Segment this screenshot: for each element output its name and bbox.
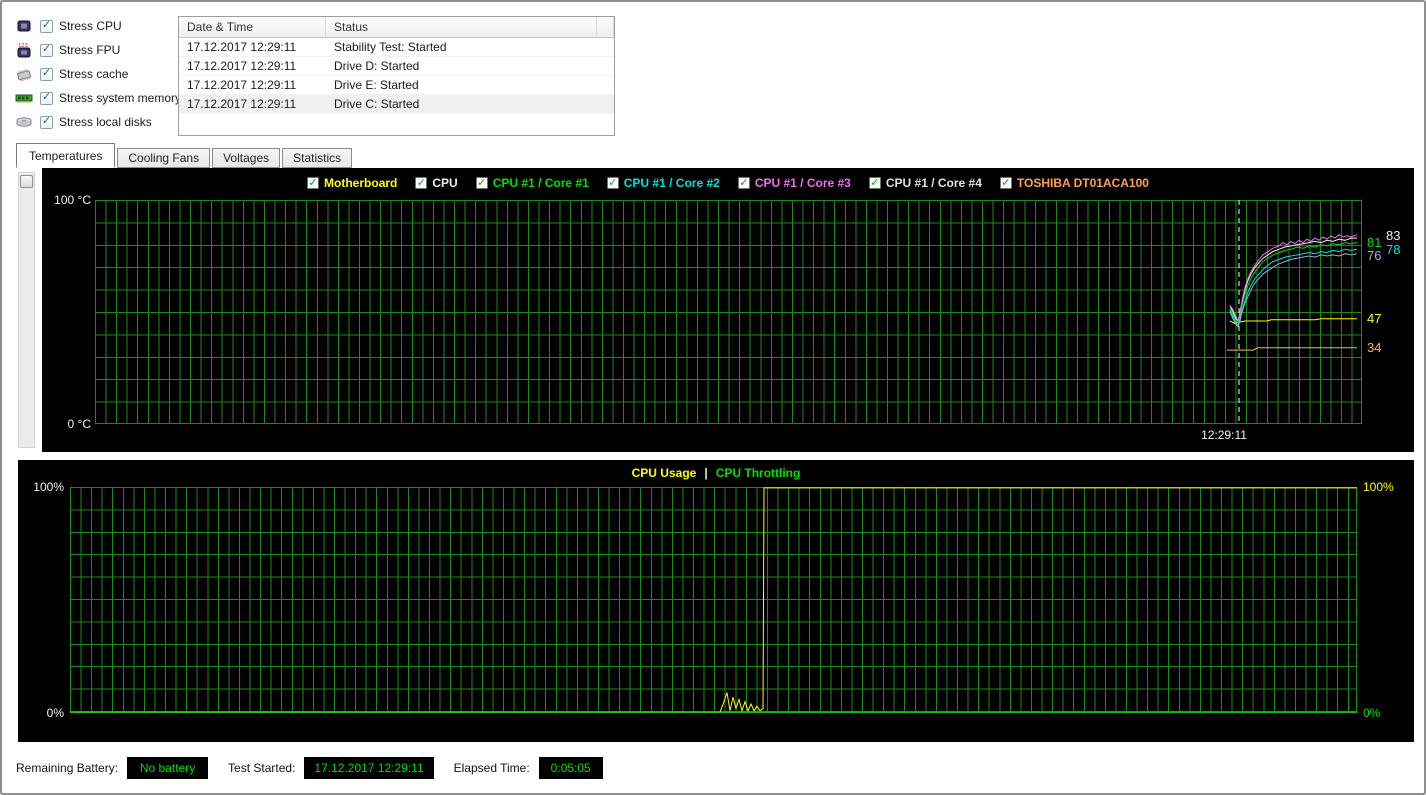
scrollbar-thumb[interactable] bbox=[20, 175, 33, 188]
log-cell-time: 17.12.2017 12:29:11 bbox=[179, 95, 326, 113]
series-value-label: 83 bbox=[1386, 228, 1400, 243]
log-row[interactable]: 17.12.2017 12:29:11 Stability Test: Star… bbox=[179, 38, 614, 57]
tab-temperatures[interactable]: Temperatures bbox=[16, 143, 115, 168]
stress-option-cache[interactable]: Stress cache bbox=[14, 62, 181, 86]
log-cell-status: Drive C: Started bbox=[326, 95, 597, 113]
stress-disks-checkbox[interactable] bbox=[40, 116, 53, 129]
stress-option-label: Stress FPU bbox=[59, 43, 120, 57]
elapsed-time-label: Elapsed Time: bbox=[454, 761, 530, 775]
y-axis-min-label: 0 °C bbox=[42, 417, 91, 431]
stress-option-label: Stress cache bbox=[59, 67, 128, 81]
legend-label: CPU bbox=[432, 176, 457, 190]
series-value-label: 76 bbox=[1367, 248, 1381, 263]
legend-checkbox[interactable] bbox=[307, 177, 319, 189]
legend-checkbox[interactable] bbox=[869, 177, 881, 189]
legend-item-motherboard[interactable]: Motherboard bbox=[307, 176, 397, 190]
tab-cooling-fans[interactable]: Cooling Fans bbox=[117, 148, 210, 168]
right-axis-max-label: 100% bbox=[1363, 480, 1394, 494]
stress-option-memory[interactable]: Stress system memory bbox=[14, 86, 181, 110]
cpu-usage-panel: CPU Usage | CPU Throttling 100% 0% 100% … bbox=[18, 460, 1414, 742]
stress-option-label: Stress local disks bbox=[59, 115, 152, 129]
cursor-time-label: 12:29:11 bbox=[1184, 428, 1264, 442]
log-cell-status: Drive E: Started bbox=[326, 76, 597, 94]
cpu-throttling-title: CPU Throttling bbox=[716, 466, 801, 480]
legend-label: Motherboard bbox=[324, 176, 397, 190]
y-axis-max-label: 100 °C bbox=[42, 193, 91, 207]
status-bar: Remaining Battery: No battery Test Start… bbox=[16, 757, 623, 779]
stress-option-fpu[interactable]: 123 Stress FPU bbox=[14, 38, 181, 62]
cpu-usage-plot bbox=[70, 487, 1357, 713]
legend-checkbox[interactable] bbox=[476, 177, 488, 189]
series-value-label: 34 bbox=[1367, 340, 1381, 355]
temperature-chart-panel: Motherboard CPU CPU #1 / Core #1 CPU #1 … bbox=[42, 168, 1414, 452]
temperature-legend: Motherboard CPU CPU #1 / Core #1 CPU #1 … bbox=[42, 176, 1414, 190]
legend-checkbox[interactable] bbox=[607, 177, 619, 189]
log-row[interactable]: 17.12.2017 12:29:11 Drive E: Started bbox=[179, 76, 614, 95]
legend-item-cpu[interactable]: CPU bbox=[415, 176, 457, 190]
legend-item-core4[interactable]: CPU #1 / Core #4 bbox=[869, 176, 982, 190]
stress-options-list: Stress CPU 123 Stress FPU Stress cache S… bbox=[14, 14, 181, 134]
stress-option-cpu[interactable]: Stress CPU bbox=[14, 14, 181, 38]
legend-item-core3[interactable]: CPU #1 / Core #3 bbox=[738, 176, 851, 190]
legend-checkbox[interactable] bbox=[738, 177, 750, 189]
y-axis-min-label: 0% bbox=[18, 706, 64, 720]
stress-cpu-checkbox[interactable] bbox=[40, 20, 53, 33]
legend-label: CPU #1 / Core #2 bbox=[624, 176, 720, 190]
cache-icon bbox=[14, 66, 34, 82]
cpu-usage-title: CPU Usage bbox=[632, 466, 697, 480]
event-log-table: Date & Time Status 17.12.2017 12:29:11 S… bbox=[178, 16, 615, 136]
log-table-header: Date & Time Status bbox=[179, 17, 614, 38]
temperature-plot bbox=[95, 200, 1362, 424]
stress-cache-checkbox[interactable] bbox=[40, 68, 53, 81]
log-cell-time: 17.12.2017 12:29:11 bbox=[179, 76, 326, 94]
stress-option-label: Stress CPU bbox=[59, 19, 122, 33]
log-cell-status: Drive D: Started bbox=[326, 57, 597, 75]
tab-statistics[interactable]: Statistics bbox=[282, 148, 352, 168]
vertical-scrollbar[interactable] bbox=[18, 172, 35, 448]
legend-label: CPU #1 / Core #3 bbox=[755, 176, 851, 190]
test-started-value: 17.12.2017 12:29:11 bbox=[304, 757, 433, 779]
stress-option-label: Stress system memory bbox=[59, 91, 181, 105]
battery-label: Remaining Battery: bbox=[16, 761, 118, 775]
cpu-chart-title: CPU Usage | CPU Throttling bbox=[18, 466, 1414, 480]
right-axis-min-label: 0% bbox=[1363, 706, 1380, 720]
log-row[interactable]: 17.12.2017 12:29:11 Drive D: Started bbox=[179, 57, 614, 76]
disk-icon bbox=[14, 114, 34, 130]
legend-item-core1[interactable]: CPU #1 / Core #1 bbox=[476, 176, 589, 190]
stability-test-window: Stress CPU 123 Stress FPU Stress cache S… bbox=[0, 0, 1426, 795]
log-cell-time: 17.12.2017 12:29:11 bbox=[179, 38, 326, 56]
y-axis-max-label: 100% bbox=[18, 480, 64, 494]
series-value-label: 78 bbox=[1386, 242, 1400, 257]
legend-label: CPU #1 / Core #4 bbox=[886, 176, 982, 190]
column-header-spare bbox=[597, 17, 614, 37]
log-cell-time: 17.12.2017 12:29:11 bbox=[179, 57, 326, 75]
legend-checkbox[interactable] bbox=[1000, 177, 1012, 189]
stress-memory-checkbox[interactable] bbox=[40, 92, 53, 105]
column-header-datetime[interactable]: Date & Time bbox=[179, 17, 326, 37]
tab-voltages[interactable]: Voltages bbox=[212, 148, 280, 168]
log-row-selected[interactable]: 17.12.2017 12:29:11 Drive C: Started bbox=[179, 95, 614, 114]
legend-item-hdd[interactable]: TOSHIBA DT01ACA100 bbox=[1000, 176, 1149, 190]
legend-label: CPU #1 / Core #1 bbox=[493, 176, 589, 190]
series-value-label: 47 bbox=[1367, 311, 1381, 326]
legend-item-core2[interactable]: CPU #1 / Core #2 bbox=[607, 176, 720, 190]
memory-icon bbox=[14, 90, 34, 106]
fpu-icon: 123 bbox=[14, 42, 34, 58]
stress-option-disks[interactable]: Stress local disks bbox=[14, 110, 181, 134]
column-header-status[interactable]: Status bbox=[326, 17, 597, 37]
test-started-label: Test Started: bbox=[228, 761, 295, 775]
title-separator: | bbox=[704, 466, 707, 480]
elapsed-time-value: 0:05:05 bbox=[539, 757, 603, 779]
battery-value: No battery bbox=[127, 757, 208, 779]
legend-checkbox[interactable] bbox=[415, 177, 427, 189]
legend-label: TOSHIBA DT01ACA100 bbox=[1017, 176, 1149, 190]
log-cell-status: Stability Test: Started bbox=[326, 38, 597, 56]
stress-fpu-checkbox[interactable] bbox=[40, 44, 53, 57]
chart-tabs: Temperatures Cooling Fans Voltages Stati… bbox=[16, 143, 354, 168]
cpu-icon bbox=[14, 18, 34, 34]
